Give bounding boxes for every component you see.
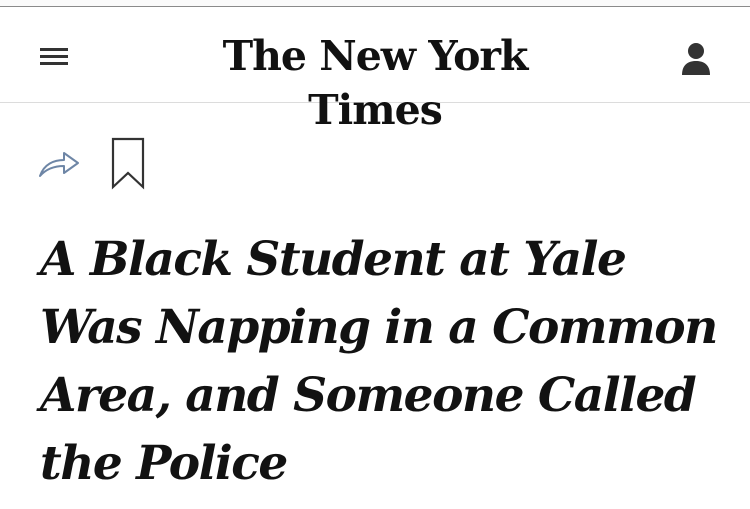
menu-button[interactable] <box>34 39 74 73</box>
share-button[interactable] <box>36 146 84 182</box>
user-account-icon <box>682 43 710 75</box>
hamburger-menu-icon <box>40 48 68 51</box>
masthead: The New York Times <box>0 7 750 134</box>
share-arrow-icon <box>39 152 79 177</box>
save-bookmark-button[interactable] <box>108 136 148 192</box>
bookmark-icon <box>111 137 145 190</box>
browser-top-edge <box>0 0 750 7</box>
site-logo[interactable]: The New York Times <box>150 29 600 137</box>
article-headline: A Black Student at Yale Was Napping in a… <box>40 232 718 491</box>
account-button[interactable] <box>674 37 718 81</box>
